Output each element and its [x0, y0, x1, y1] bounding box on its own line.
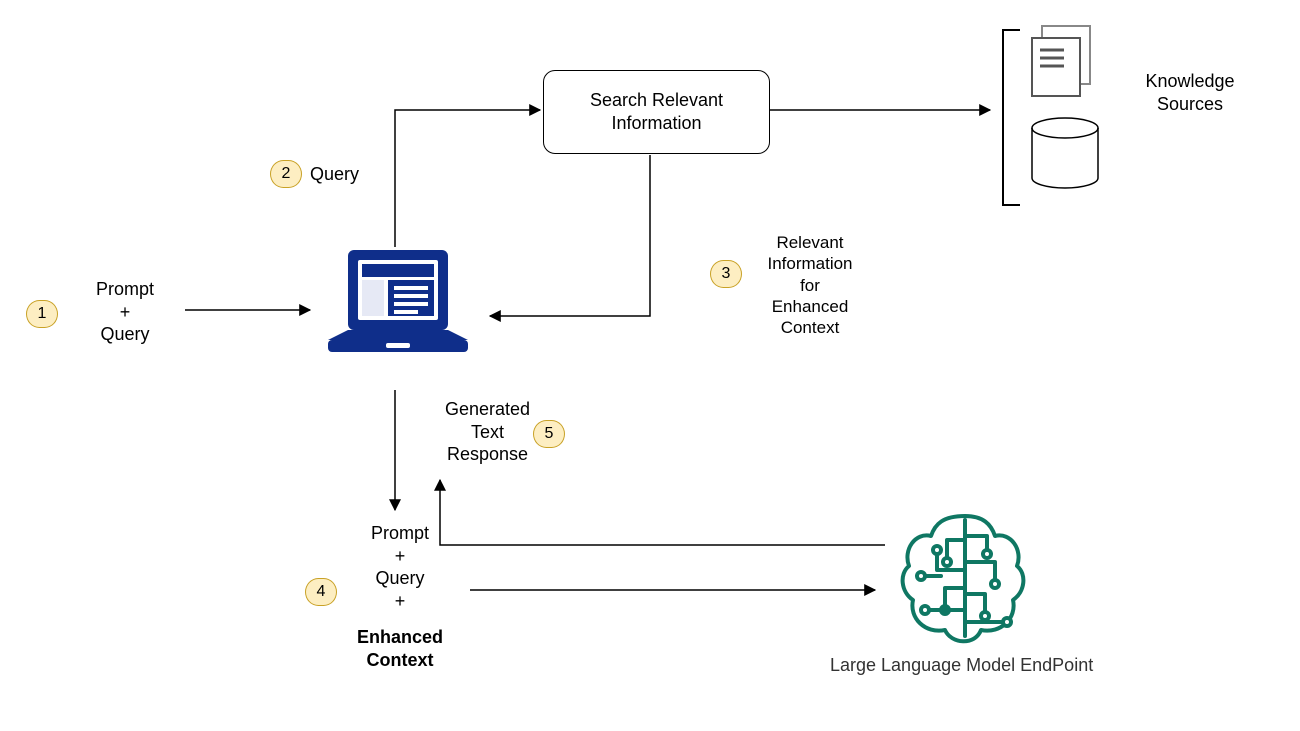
- brain-circuit-icon: [903, 516, 1024, 641]
- documents-icon: [1032, 26, 1090, 96]
- laptop-icon: [328, 250, 468, 352]
- step4-top-text: Prompt + Query +: [371, 523, 429, 611]
- badge-2-text: 2: [282, 165, 291, 183]
- step4-label-bold: Enhanced Context: [330, 626, 470, 671]
- badge-3: 3: [710, 260, 742, 288]
- badge-5: 5: [533, 420, 565, 448]
- badge-4-text: 4: [317, 583, 326, 601]
- step3-text: Relevant Information for Enhanced Contex…: [767, 233, 852, 337]
- llm-label-text: Large Language Model EndPoint: [830, 655, 1093, 675]
- badge-3-text: 3: [722, 265, 731, 283]
- database-icon: [1032, 118, 1098, 188]
- badge-2: 2: [270, 160, 302, 188]
- badge-1-text: 1: [38, 305, 47, 323]
- step2-label: Query: [310, 163, 359, 186]
- badge-5-text: 5: [545, 425, 554, 443]
- search-box: Search Relevant Information: [543, 70, 770, 154]
- step3-label: Relevant Information for Enhanced Contex…: [755, 232, 865, 338]
- knowledge-sources-label: Knowledge Sources: [1120, 70, 1260, 115]
- step4-label-top: Prompt + Query +: [350, 522, 450, 612]
- step1-label: Prompt + Query: [80, 278, 170, 346]
- diagram-canvas: Search Relevant Information Knowledge So…: [0, 0, 1300, 731]
- badge-1: 1: [26, 300, 58, 328]
- step5-text: Generated Text Response: [445, 399, 530, 464]
- knowledge-sources-text: Knowledge Sources: [1145, 71, 1234, 114]
- step4-bold-text: Enhanced Context: [357, 627, 443, 670]
- step1-text: Prompt + Query: [96, 279, 154, 344]
- step2-text: Query: [310, 164, 359, 184]
- badge-4: 4: [305, 578, 337, 606]
- llm-label: Large Language Model EndPoint: [830, 655, 1093, 676]
- step5-label: Generated Text Response: [440, 398, 535, 466]
- search-box-label: Search Relevant Information: [590, 89, 723, 136]
